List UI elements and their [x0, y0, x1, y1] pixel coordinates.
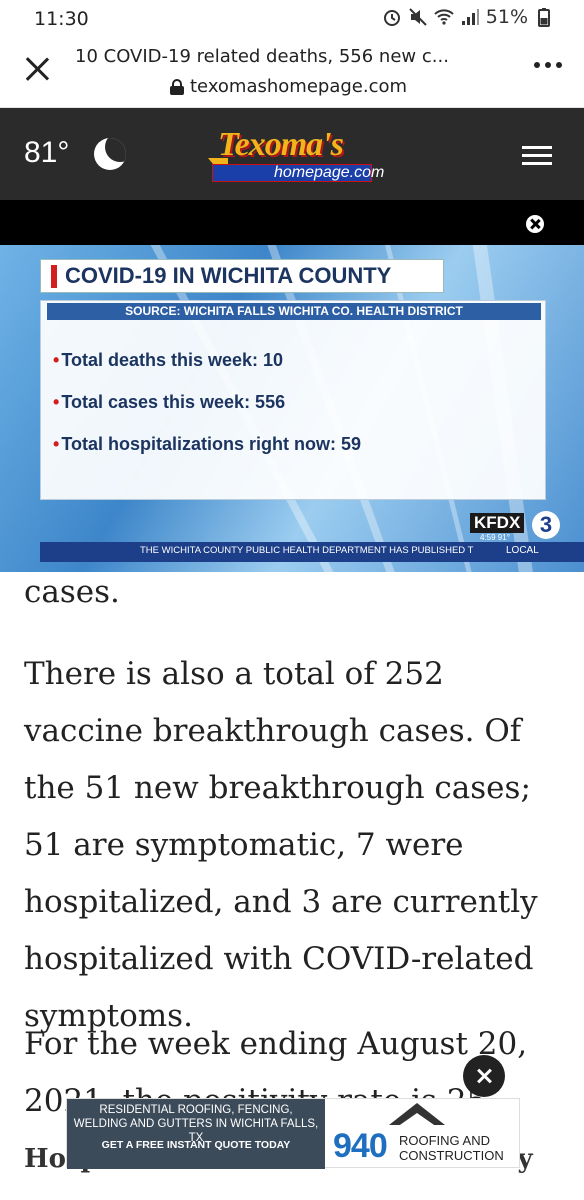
station-logo: KFDX 4:59 91° 3: [470, 511, 560, 543]
browser-toolbar: 10 COVID-19 related deaths, 556 new c...…: [0, 38, 584, 108]
more-options-icon[interactable]: [534, 62, 562, 68]
graphic-title-box: COVID-19 IN WICHITA COUNTY: [40, 259, 444, 293]
ad-cta[interactable]: GET A FREE INSTANT QUOTE TODAY: [71, 1139, 321, 1151]
site-header: 81° Texoma's homepage.com: [0, 108, 584, 200]
alarm-icon: [383, 10, 400, 26]
page-title: 10 COVID-19 related deaths, 556 new c...: [75, 46, 449, 67]
graphic-line: • Total hospitalizations right now: 59: [53, 434, 361, 454]
graphic-panel: SOURCE: WICHITA FALLS WICHITA CO. HEALTH…: [40, 300, 546, 500]
graphic-title: COVID-19 IN WICHITA COUNTY: [65, 263, 392, 288]
ad-brand-name: ROOFING AND CONSTRUCTION: [399, 1133, 504, 1163]
url-text: texomashomepage.com: [190, 76, 408, 97]
status-time: 11:30: [34, 8, 89, 30]
status-bar: 11:30 51%: [0, 0, 584, 38]
logo-top-text: Texoma's: [218, 126, 344, 163]
lock-icon: [170, 78, 184, 95]
ad-text-panel[interactable]: RESIDENTIAL ROOFING, FENCING, WELDING AN…: [67, 1099, 325, 1169]
video-frame[interactable]: COVID-19 IN WICHITA COUNTY SOURCE: WICHI…: [0, 245, 584, 572]
temperature[interactable]: 81°: [24, 136, 69, 170]
graphic-line: • Total deaths this week: 10: [53, 350, 284, 370]
site-logo[interactable]: Texoma's homepage.com: [208, 126, 384, 188]
battery-icon: [538, 8, 550, 27]
mute-icon: [409, 8, 427, 26]
logo-bottom-text: homepage.com: [274, 164, 385, 181]
news-ticker: THE WICHITA COUNTY PUBLIC HEALTH DEPARTM…: [40, 542, 584, 562]
close-icon[interactable]: [22, 54, 52, 84]
status-icons: 51%: [382, 6, 554, 28]
ticker-tag: LOCAL: [506, 545, 539, 556]
signal-icon: [461, 9, 479, 25]
battery-percent: 51%: [485, 6, 528, 28]
graphic-source: SOURCE: WICHITA FALLS WICHITA CO. HEALTH…: [47, 303, 541, 320]
graphic-line: • Total cases this week: 556: [53, 392, 286, 412]
video-player[interactable]: COVID-19 IN WICHITA COUNTY SOURCE: WICHI…: [0, 200, 584, 572]
menu-icon[interactable]: [522, 146, 552, 166]
ad-brand-panel[interactable]: 940 ROOFING AND CONSTRUCTION: [329, 1099, 519, 1169]
wifi-icon: [434, 9, 454, 25]
ticker-text: THE WICHITA COUNTY PUBLIC HEALTH DEPARTM…: [140, 545, 474, 556]
ad-number: 940: [333, 1127, 388, 1165]
ad-banner[interactable]: RESIDENTIAL ROOFING, FENCING, WELDING AN…: [66, 1098, 520, 1169]
video-close-icon[interactable]: [526, 215, 544, 233]
ad-close-icon[interactable]: [463, 1055, 505, 1097]
url-bar[interactable]: texomashomepage.com: [170, 76, 407, 97]
article-paragraph: There is also a total of 252 vaccine bre…: [24, 656, 538, 1034]
article-fragment: cases.: [24, 574, 120, 610]
moon-icon[interactable]: [94, 138, 126, 170]
